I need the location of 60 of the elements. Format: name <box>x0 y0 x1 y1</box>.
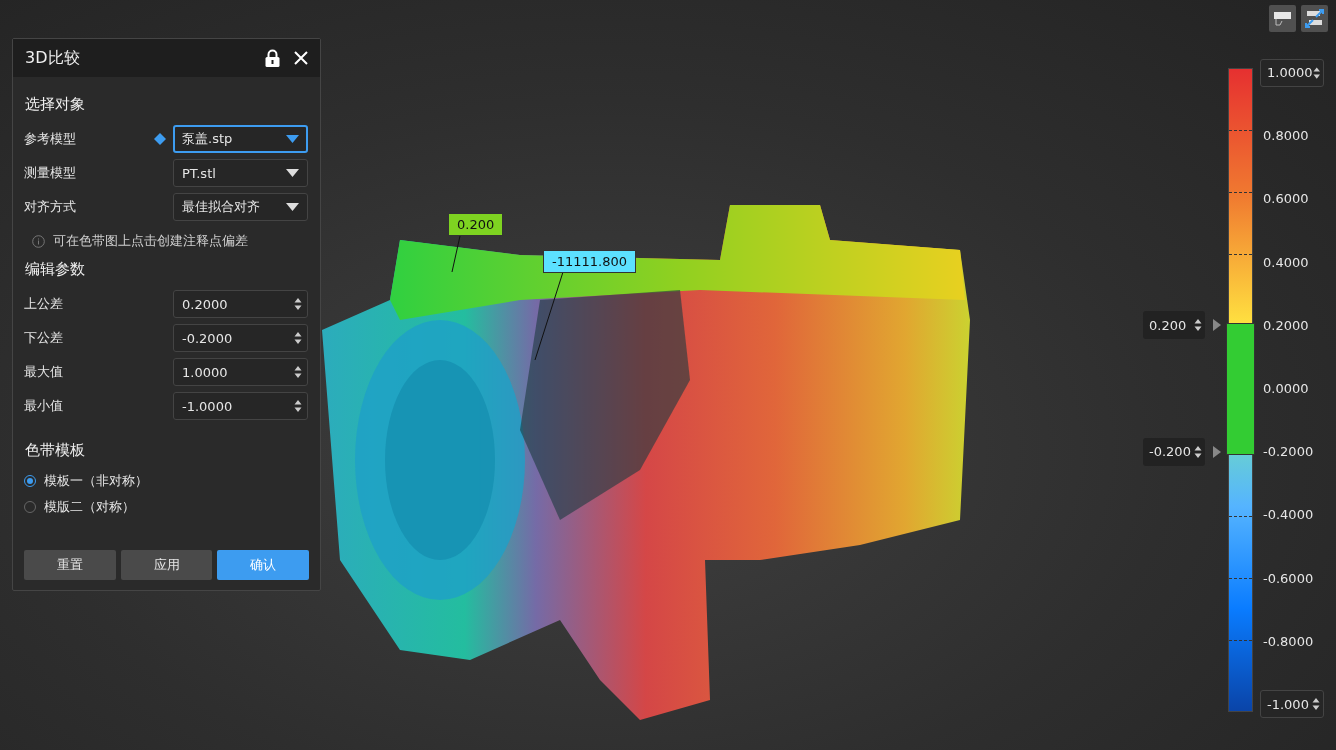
number-field[interactable]: -1.0000 <box>173 392 308 420</box>
section-heading: 选择对象 <box>25 95 86 114</box>
number-field[interactable]: -0.200 <box>1143 437 1205 466</box>
field-label: 最大值 <box>24 363 64 381</box>
dropdown[interactable]: PT.stl <box>173 159 308 187</box>
leader-line <box>451 236 461 272</box>
panel-title: 3D比较 <box>25 47 81 69</box>
caret-icon <box>286 135 299 143</box>
scale-label: 0.2000 <box>1262 317 1310 333</box>
swap-arrows-icon <box>1304 8 1325 29</box>
field-label: 上公差 <box>24 295 64 313</box>
caret-icon <box>286 169 299 177</box>
section-heading: 编辑参数 <box>25 260 86 279</box>
scale-label: -0.8000 <box>1262 633 1315 649</box>
spin-arrows-icon[interactable] <box>294 365 302 379</box>
dropdown[interactable]: 最佳拟合对齐 <box>173 193 308 221</box>
scale-label: 0.4000 <box>1262 254 1310 270</box>
pointer-icon[interactable] <box>1212 319 1221 332</box>
field-label: 下公差 <box>24 329 64 347</box>
number-field[interactable]: -0.2000 <box>173 324 308 352</box>
radio-label[interactable]: 模板一（非对称） <box>44 472 148 490</box>
scale-label: 0.8000 <box>1262 128 1310 144</box>
field-label: 对齐方式 <box>24 198 77 216</box>
color-scale-bar[interactable] <box>1228 68 1253 713</box>
spin-arrows-icon[interactable] <box>1194 318 1202 333</box>
hint-text: 可在色带图上点击创建注释点偏差 <box>53 232 248 250</box>
scale-label: -0.2000 <box>1262 444 1315 460</box>
deviation-annotation[interactable]: 0.200 <box>448 213 504 236</box>
dropdown[interactable]: 泵盖.stp <box>173 125 308 153</box>
spin-arrows-icon[interactable] <box>294 399 302 413</box>
scale-label: -0.6000 <box>1262 570 1315 586</box>
number-field[interactable]: -1.000 <box>1260 690 1324 719</box>
deviation-annotation[interactable]: -11111.800 <box>543 250 636 273</box>
number-field[interactable]: 0.2000 <box>173 290 308 318</box>
toolbar-button[interactable] <box>1301 5 1328 32</box>
field-label: 测量模型 <box>24 164 77 182</box>
number-field[interactable]: 1.0000 <box>1260 58 1324 87</box>
caret-icon <box>286 203 299 211</box>
spin-arrows-icon[interactable] <box>294 297 302 311</box>
number-field[interactable]: 1.0000 <box>173 358 308 386</box>
number-field[interactable]: 0.200 <box>1143 311 1205 340</box>
action-button[interactable]: 应用 <box>120 550 213 580</box>
lock-icon[interactable] <box>265 49 280 67</box>
radio-label[interactable]: 模版二（对称） <box>44 498 135 516</box>
info-icon <box>32 234 45 248</box>
close-icon[interactable] <box>294 51 308 65</box>
panel-toggle-icon <box>1274 11 1291 26</box>
scale-label: -0.4000 <box>1262 507 1315 523</box>
spin-arrows-icon[interactable] <box>1312 65 1320 80</box>
scale-label: 0.0000 <box>1262 381 1310 397</box>
spin-arrows-icon[interactable] <box>294 331 302 345</box>
toolbar-button[interactable] <box>1269 5 1296 32</box>
action-button[interactable]: 重置 <box>24 550 116 580</box>
pointer-icon[interactable] <box>1212 445 1221 458</box>
field-label: 最小值 <box>24 397 64 415</box>
field-label: 参考模型 <box>24 130 77 148</box>
spin-arrows-icon[interactable] <box>1194 444 1202 459</box>
scale-label: 0.6000 <box>1262 191 1310 207</box>
section-heading: 色带模板 <box>25 441 86 460</box>
spin-arrows-icon[interactable] <box>1312 697 1320 712</box>
